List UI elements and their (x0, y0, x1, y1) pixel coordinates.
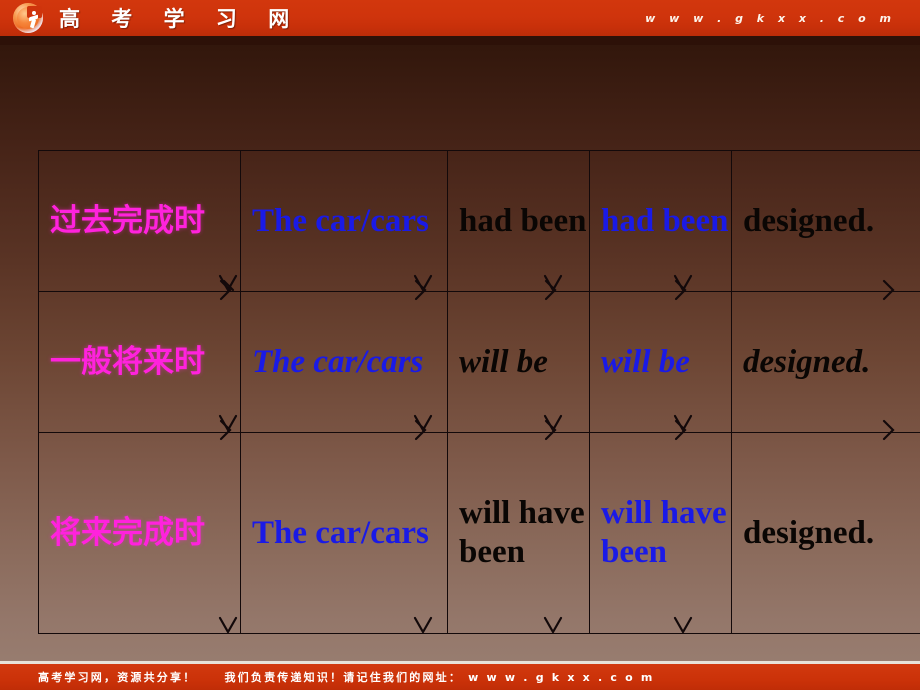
verb-text: designed. (743, 514, 875, 551)
aux-blue-text: had been (601, 202, 729, 239)
aux-blue-text: will be (601, 343, 690, 380)
cell-subject: The car/cars (240, 150, 448, 292)
site-title: 高 考 学 习 网 (59, 7, 302, 31)
subject-text: The car/cars (252, 514, 429, 551)
tense-label: 将来完成时 (50, 514, 205, 551)
aux-black-text: will be (459, 343, 548, 380)
table-row: 过去完成时 The car/cars had been had been des… (38, 150, 920, 292)
cell-subject: The car/cars (240, 291, 448, 433)
tense-label: 一般将来时 (50, 343, 205, 380)
table-row: 一般将来时 The car/cars will be will be desig… (38, 291, 920, 433)
cell-tense: 将来完成时 (38, 432, 241, 634)
presentation-slide: 高 考 学 习 网 w w w . g k x x . c o m 过去完成时 … (0, 0, 920, 690)
table-row: 将来完成时 The car/cars will have been will h… (38, 432, 920, 634)
cell-aux-blue: will have been (589, 432, 732, 634)
verb-text: designed. (743, 343, 871, 380)
header-divider (0, 36, 920, 45)
cell-verb: designed. (731, 291, 920, 433)
site-footer-bar: 高考学习网，资源共分享！ 我们负责传递知识！请记住我们的网址： w w w . … (0, 661, 920, 690)
cell-aux-black: had been (447, 150, 590, 292)
cell-aux-black: will be (447, 291, 590, 433)
aux-blue-text: will have been (601, 495, 727, 570)
cell-tense: 过去完成时 (38, 150, 241, 292)
site-url-label: w w w . g k x x . c o m (645, 11, 896, 25)
cell-aux-blue: had been (589, 150, 732, 292)
aux-black-text: will have been (459, 495, 585, 570)
cell-subject: The car/cars (240, 432, 448, 634)
aux-black-text: had been (459, 202, 587, 239)
cell-tense: 一般将来时 (38, 291, 241, 433)
subject-text: The car/cars (252, 343, 424, 380)
footer-part-3: w w w . g k x x . c o m (468, 671, 655, 684)
verb-text: designed. (743, 202, 875, 239)
tense-label: 过去完成时 (50, 202, 205, 239)
cell-verb: designed. (731, 150, 920, 292)
site-header-bar: 高 考 学 习 网 w w w . g k x x . c o m (0, 0, 920, 36)
cell-aux-black: will have been (447, 432, 590, 634)
subject-text: The car/cars (252, 202, 429, 239)
footer-text: 高考学习网，资源共分享！ 我们负责传递知识！请记住我们的网址： w w w . … (38, 669, 655, 685)
cell-aux-blue: will be (589, 291, 732, 433)
cell-verb: designed. (731, 432, 920, 634)
tense-table-container: 过去完成时 The car/cars had been had been des… (38, 150, 920, 634)
footer-part-1: 高考学习网，资源共分享！ (38, 671, 197, 684)
footer-part-2: 我们负责传递知识！请记住我们的网址： (224, 671, 463, 684)
gkxx-circle-logo-icon (13, 3, 43, 33)
tense-table: 过去完成时 The car/cars had been had been des… (38, 150, 920, 634)
